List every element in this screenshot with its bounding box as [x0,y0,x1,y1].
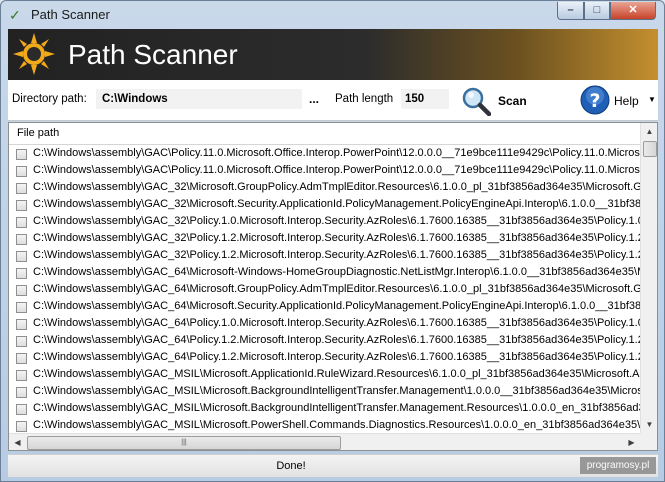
file-path-cell: C:\Windows\assembly\GAC_32\Microsoft.Sec… [33,198,640,210]
table-row[interactable]: C:\Windows\assembly\GAC_32\Microsoft.Gro… [9,180,640,197]
file-path-cell: C:\Windows\assembly\GAC_64\Policy.1.2.Mi… [33,334,640,346]
browse-button[interactable]: ... [307,90,321,108]
row-checkbox[interactable] [16,421,27,432]
file-path-cell: C:\Windows\assembly\GAC\Policy.11.0.Micr… [33,164,640,176]
help-dropdown-caret-icon[interactable]: ▼ [648,95,656,104]
table-row[interactable]: C:\Windows\assembly\GAC_64\Microsoft.Sec… [9,299,640,316]
file-path-cell: C:\Windows\assembly\GAC_32\Policy.1.2.Mi… [33,249,640,261]
file-path-rows: C:\Windows\assembly\GAC\Policy.11.0.Micr… [9,146,640,434]
vertical-scroll-thumb[interactable] [643,141,657,157]
row-checkbox[interactable] [16,234,27,245]
title-bar[interactable]: ✓ Path Scanner – □ ✕ [1,1,664,29]
file-path-cell: C:\Windows\assembly\GAC_64\Microsoft.Sec… [33,300,640,312]
sun-logo [13,33,55,75]
table-row[interactable]: C:\Windows\assembly\GAC\Policy.11.0.Micr… [9,146,640,163]
watermark: programosy.pl [580,457,656,474]
help-label: Help [614,94,639,108]
file-path-cell: C:\Windows\assembly\GAC_MSIL\Microsoft.P… [33,419,640,431]
file-path-cell: C:\Windows\assembly\GAC_64\Microsoft-Win… [33,266,640,278]
close-button[interactable]: ✕ [610,2,656,20]
column-header-file-path[interactable]: File path [9,123,640,145]
horizontal-scrollbar[interactable]: ◀ ||| ▶ [9,433,640,450]
table-row[interactable]: C:\Windows\assembly\GAC_64\Policy.1.2.Mi… [9,350,640,367]
magnifier-icon [462,87,491,116]
path-length-input[interactable] [401,89,449,109]
table-row[interactable]: C:\Windows\assembly\GAC_MSIL\Microsoft.P… [9,418,640,434]
status-text: Done! [276,460,306,472]
help-question-icon: ? [580,85,610,115]
row-checkbox[interactable] [16,387,27,398]
file-path-cell: C:\Windows\assembly\GAC_MSIL\Microsoft.B… [33,402,640,414]
table-row[interactable]: C:\Windows\assembly\GAC_MSIL\Microsoft.A… [9,367,640,384]
table-row[interactable]: C:\Windows\assembly\GAC\Policy.11.0.Micr… [9,163,640,180]
app-window: ✓ Path Scanner – □ ✕ Path Scanner Direct… [0,0,665,482]
row-checkbox[interactable] [16,404,27,415]
directory-path-label: Directory path: [12,93,87,105]
row-checkbox[interactable] [16,183,27,194]
table-row[interactable]: C:\Windows\assembly\GAC_64\Policy.1.2.Mi… [9,333,640,350]
file-path-cell: C:\Windows\assembly\GAC\Policy.11.0.Micr… [33,147,640,159]
scan-button[interactable]: Scan [458,83,538,117]
table-row[interactable]: C:\Windows\assembly\GAC_32\Policy.1.2.Mi… [9,231,640,248]
file-path-cell: C:\Windows\assembly\GAC_MSIL\Microsoft.B… [33,385,640,397]
svg-text:?: ? [589,90,600,112]
scroll-corner [640,433,657,450]
vertical-scrollbar[interactable]: ▲ ▼ [640,123,657,433]
scroll-down-arrow-icon[interactable]: ▼ [641,416,657,433]
file-path-cell: C:\Windows\assembly\GAC_32\Microsoft.Gro… [33,181,640,193]
row-checkbox[interactable] [16,251,27,262]
table-row[interactable]: C:\Windows\assembly\GAC_MSIL\Microsoft.B… [9,384,640,401]
table-row[interactable]: C:\Windows\assembly\GAC_64\Microsoft-Win… [9,265,640,282]
file-path-cell: C:\Windows\assembly\GAC_64\Microsoft.Gro… [33,283,640,295]
row-checkbox[interactable] [16,319,27,330]
scroll-left-arrow-icon[interactable]: ◀ [9,434,26,450]
horizontal-scroll-thumb[interactable]: ||| [27,436,341,450]
row-checkbox[interactable] [16,268,27,279]
path-length-label: Path length [335,93,394,105]
app-banner: Path Scanner [8,29,658,80]
table-row[interactable]: C:\Windows\assembly\GAC_64\Policy.1.0.Mi… [9,316,640,333]
table-row[interactable]: C:\Windows\assembly\GAC_32\Microsoft.Sec… [9,197,640,214]
minimize-button[interactable]: – [557,2,584,20]
checkmark-app-icon: ✓ [9,7,21,23]
row-checkbox[interactable] [16,302,27,313]
table-row[interactable]: C:\Windows\assembly\GAC_64\Microsoft.Gro… [9,282,640,299]
window-title: Path Scanner [31,7,110,22]
row-checkbox[interactable] [16,200,27,211]
status-bar: Done! programosy.pl [8,454,658,477]
row-checkbox[interactable] [16,217,27,228]
row-checkbox[interactable] [16,166,27,177]
file-path-cell: C:\Windows\assembly\GAC_32\Policy.1.0.Mi… [33,215,640,227]
table-row[interactable]: C:\Windows\assembly\GAC_32\Policy.1.2.Mi… [9,248,640,265]
table-row[interactable]: C:\Windows\assembly\GAC_32\Policy.1.0.Mi… [9,214,640,231]
maximize-button[interactable]: □ [584,2,610,20]
help-button[interactable]: ? Help ▼ [578,83,658,117]
row-checkbox[interactable] [16,336,27,347]
row-checkbox[interactable] [16,353,27,364]
row-checkbox[interactable] [16,149,27,160]
row-checkbox[interactable] [16,370,27,381]
directory-path-input[interactable] [96,89,302,109]
scroll-right-arrow-icon[interactable]: ▶ [623,434,640,450]
file-path-cell: C:\Windows\assembly\GAC_32\Policy.1.2.Mi… [33,232,640,244]
file-path-cell: C:\Windows\assembly\GAC_64\Policy.1.2.Mi… [33,351,640,363]
scan-label: Scan [498,94,527,108]
file-path-cell: C:\Windows\assembly\GAC_MSIL\Microsoft.A… [33,368,640,380]
file-path-cell: C:\Windows\assembly\GAC_64\Policy.1.0.Mi… [33,317,640,329]
scroll-up-arrow-icon[interactable]: ▲ [641,123,657,140]
toolbar: Directory path: ... Path length Scan ? H… [8,80,658,121]
table-row[interactable]: C:\Windows\assembly\GAC_MSIL\Microsoft.B… [9,401,640,418]
file-path-grid: File path C:\Windows\assembly\GAC\Policy… [8,122,658,451]
banner-title: Path Scanner [68,39,238,70]
row-checkbox[interactable] [16,285,27,296]
